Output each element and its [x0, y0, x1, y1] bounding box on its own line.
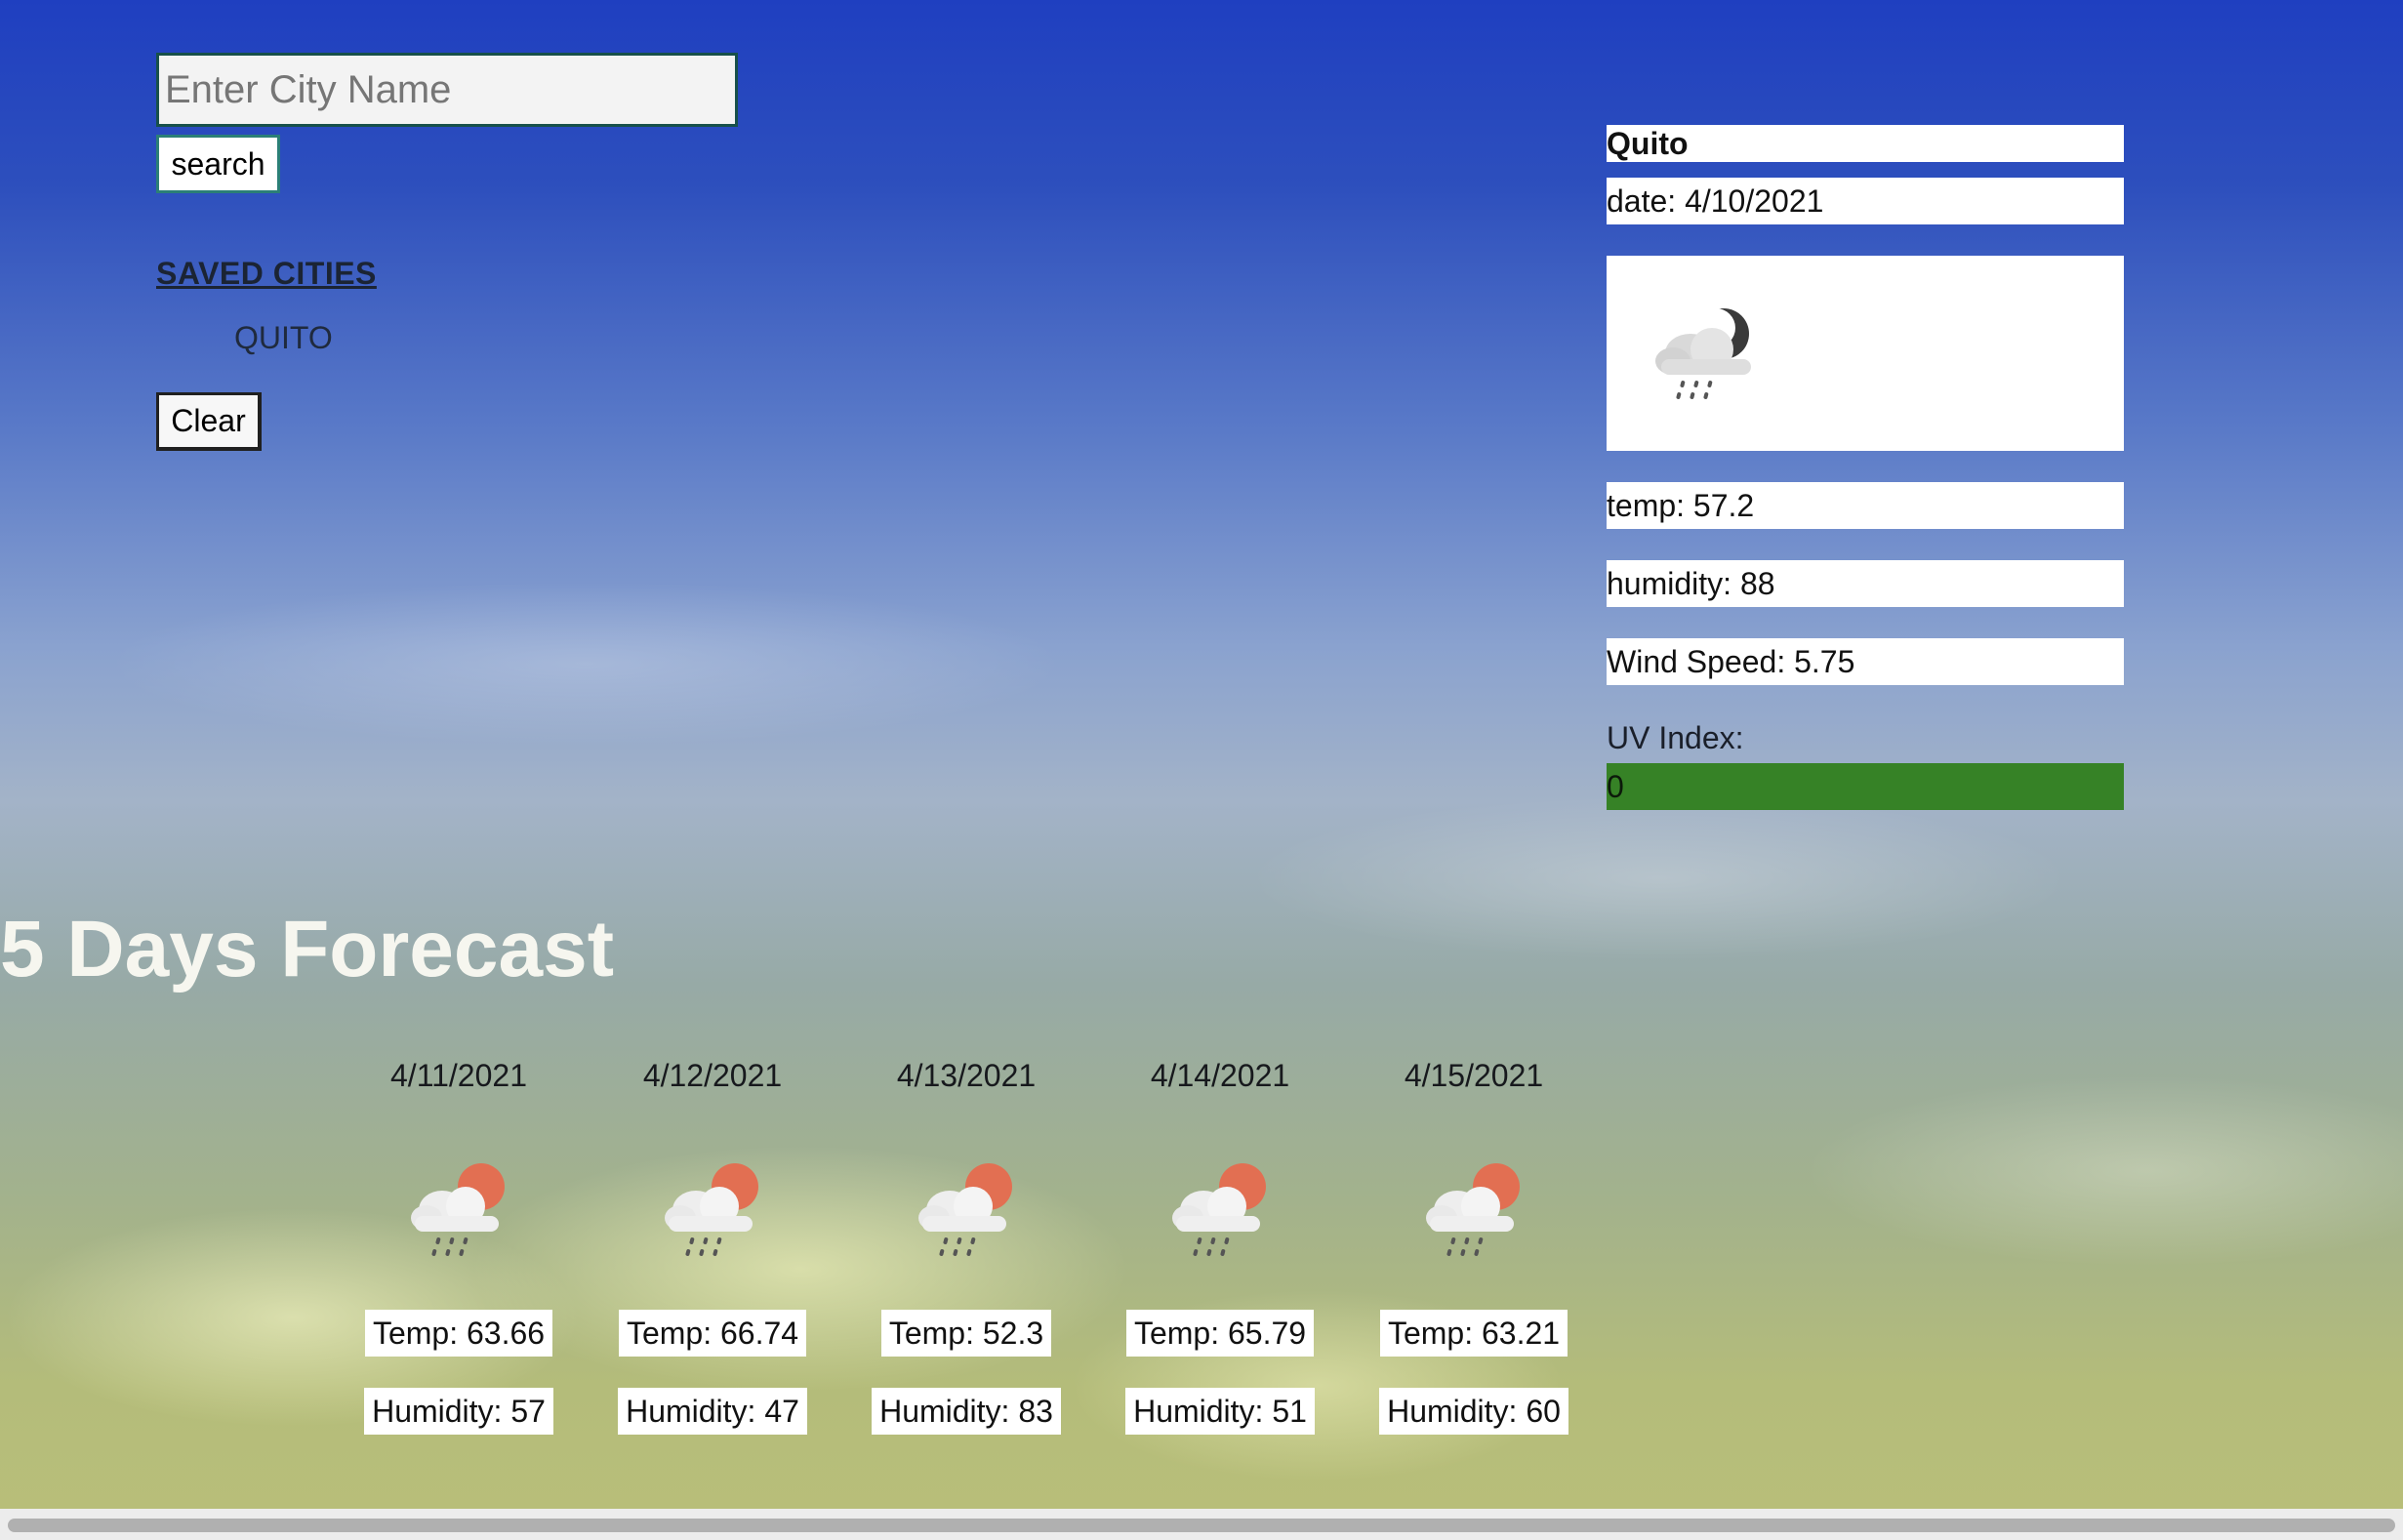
forecast-humidity: Humidity: 47	[618, 1388, 807, 1435]
forecast-day-3: 4/13/2021 Temp: 52.3 Humidity: 83	[869, 1058, 1064, 1435]
current-temperature: temp: 57.2	[1607, 482, 2124, 529]
forecast-date: 4/15/2021	[1404, 1058, 1544, 1093]
forecast-heading: 5 Days Forecast	[0, 905, 615, 993]
forecast-temp: Temp: 63.66	[364, 1310, 553, 1357]
uv-index-label: UV Index:	[1607, 720, 1744, 755]
forecast-date: 4/11/2021	[390, 1058, 527, 1093]
forecast-date: 4/13/2021	[896, 1058, 1037, 1093]
forecast-day-5: 4/15/2021 Temp: 63.21 Humidity: 60	[1376, 1058, 1571, 1435]
forecast-temp: Temp: 66.74	[618, 1310, 807, 1357]
sun-rain-cloud-icon	[1426, 1163, 1520, 1256]
forecast-day-1: 4/11/2021 Temp: 63.66 Humidity: 57	[361, 1058, 556, 1435]
horizontal-scrollbar[interactable]	[0, 1509, 2403, 1540]
forecast-temp: Temp: 65.79	[1125, 1310, 1315, 1357]
current-city-name: Quito	[1607, 125, 2124, 162]
saved-cities-list: QUITO	[234, 320, 333, 356]
forecast-date: 4/14/2021	[1150, 1058, 1290, 1093]
uv-index-value: 0	[1607, 763, 2124, 810]
clear-button[interactable]: Clear	[156, 392, 262, 451]
saved-cities-heading: SAVED CITIES	[156, 256, 377, 291]
current-humidity: humidity: 88	[1607, 560, 2124, 607]
current-weather-icon-box	[1607, 256, 2124, 451]
saved-city-item[interactable]: QUITO	[234, 320, 333, 356]
scrollbar-thumb[interactable]	[8, 1519, 2395, 1532]
forecast-humidity: Humidity: 51	[1125, 1388, 1315, 1435]
forecast-day-2: 4/12/2021 Temp: 66.74 Humidity: 47	[615, 1058, 810, 1435]
forecast-humidity: Humidity: 83	[872, 1388, 1061, 1435]
forecast-temp: Temp: 52.3	[880, 1310, 1052, 1357]
forecast-temp: Temp: 63.21	[1379, 1310, 1568, 1357]
current-wind-speed: Wind Speed: 5.75	[1607, 638, 2124, 685]
sun-rain-cloud-icon	[918, 1163, 1012, 1256]
forecast-humidity: Humidity: 60	[1379, 1388, 1568, 1435]
sun-rain-cloud-icon	[411, 1163, 505, 1256]
forecast-date: 4/12/2021	[642, 1058, 783, 1093]
current-date: date: 4/10/2021	[1607, 178, 2124, 224]
sun-rain-cloud-icon	[665, 1163, 758, 1256]
night-rain-cloud-icon	[1655, 308, 1751, 399]
forecast-humidity: Humidity: 57	[364, 1388, 553, 1435]
forecast-day-4: 4/14/2021 Temp: 65.79 Humidity: 51	[1122, 1058, 1318, 1435]
sun-rain-cloud-icon	[1172, 1163, 1266, 1256]
city-search-input[interactable]	[156, 53, 738, 127]
search-button[interactable]: search	[156, 135, 280, 193]
